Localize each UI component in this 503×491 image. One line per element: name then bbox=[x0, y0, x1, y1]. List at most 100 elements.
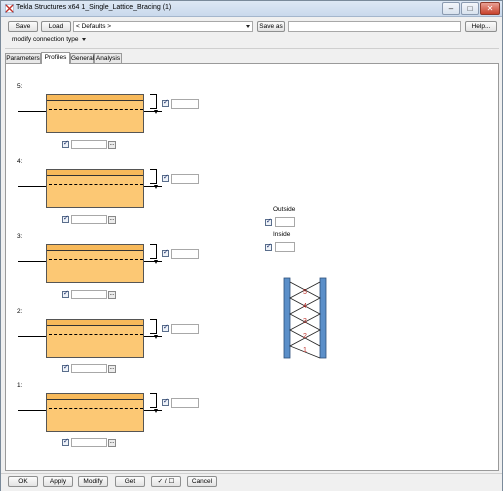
chevron-down-icon bbox=[246, 25, 250, 28]
profile-browse-button[interactable]: ... bbox=[108, 365, 116, 373]
toggle-all-button[interactable]: ✓ / ☐ bbox=[151, 476, 181, 487]
member-number-label: 1 bbox=[303, 347, 307, 354]
profile-flange bbox=[47, 394, 143, 400]
ok-button[interactable]: OK bbox=[8, 476, 38, 487]
offset-input[interactable] bbox=[171, 249, 199, 259]
profiles-panel: 5: ... 4: bbox=[5, 63, 499, 471]
arrow-down-icon bbox=[154, 260, 158, 264]
offset-dimension-bracket bbox=[150, 393, 157, 408]
tekla-logo-icon bbox=[5, 4, 14, 13]
offset-checkbox[interactable] bbox=[162, 248, 169, 257]
profile-checkbox[interactable] bbox=[62, 289, 69, 298]
inside-label: Inside bbox=[273, 231, 291, 238]
profile-center-line bbox=[49, 334, 143, 335]
apply-button[interactable]: Apply bbox=[43, 476, 73, 487]
profile-center-line bbox=[49, 259, 143, 260]
profile-flange bbox=[47, 245, 143, 251]
help-button[interactable]: Help... bbox=[465, 21, 497, 32]
save-as-name-input[interactable] bbox=[288, 21, 461, 32]
profile-number-label: 2: bbox=[17, 308, 23, 315]
profile-checkbox[interactable] bbox=[62, 139, 69, 148]
inside-input[interactable] bbox=[275, 242, 295, 252]
offset-checkbox[interactable] bbox=[162, 397, 169, 406]
inside-checkbox[interactable] bbox=[265, 242, 272, 251]
profile-section-drawing bbox=[46, 244, 144, 283]
profile-checkbox[interactable] bbox=[62, 437, 69, 446]
profile-number-label: 3: bbox=[17, 233, 23, 240]
offset-checkbox[interactable] bbox=[162, 173, 169, 182]
bottom-button-bar bbox=[1, 473, 502, 491]
offset-input[interactable] bbox=[171, 174, 199, 184]
profile-flange bbox=[47, 170, 143, 176]
minimize-button[interactable]: – bbox=[442, 2, 460, 15]
title-bar: Tekla Structures x64 1_Single_Lattice_Br… bbox=[1, 1, 502, 17]
offset-dimension-bracket bbox=[150, 244, 157, 259]
connection-mode-select[interactable]: modify connection type bbox=[10, 34, 90, 45]
window-title: Tekla Structures x64 1_Single_Lattice_Br… bbox=[16, 4, 172, 11]
arrow-down-icon bbox=[154, 335, 158, 339]
outside-input[interactable] bbox=[275, 217, 295, 227]
left-chord bbox=[283, 277, 291, 359]
profile-browse-button[interactable]: ... bbox=[108, 141, 116, 149]
profile-section-drawing bbox=[46, 94, 144, 133]
offset-input[interactable] bbox=[171, 398, 199, 408]
arrow-down-icon bbox=[154, 185, 158, 189]
member-number-label: 5 bbox=[303, 289, 307, 296]
right-chord bbox=[319, 277, 327, 359]
profile-section-drawing bbox=[46, 169, 144, 208]
profile-section-drawing bbox=[46, 393, 144, 432]
arrow-down-icon bbox=[154, 110, 158, 114]
chevron-down-icon bbox=[82, 38, 86, 41]
save-button[interactable]: Save bbox=[8, 21, 38, 32]
profile-section-drawing bbox=[46, 319, 144, 358]
member-number-label: 4 bbox=[303, 303, 307, 310]
outside-checkbox[interactable] bbox=[265, 217, 272, 226]
maximize-icon: □ bbox=[467, 4, 473, 13]
dialog-window: Tekla Structures x64 1_Single_Lattice_Br… bbox=[0, 0, 503, 491]
profile-flange bbox=[47, 320, 143, 326]
profile-browse-button[interactable]: ... bbox=[108, 439, 116, 447]
profile-browse-button[interactable]: ... bbox=[108, 291, 116, 299]
offset-checkbox[interactable] bbox=[162, 98, 169, 107]
member-number-label: 2 bbox=[303, 333, 307, 340]
preset-select[interactable]: < Defaults > bbox=[73, 21, 253, 32]
get-button[interactable]: Get bbox=[115, 476, 145, 487]
minimize-icon: – bbox=[448, 4, 454, 13]
member-number-label: 3 bbox=[303, 318, 307, 325]
maximize-button[interactable]: □ bbox=[461, 2, 479, 15]
close-icon: ✕ bbox=[486, 4, 494, 13]
profile-flange bbox=[47, 95, 143, 101]
outside-label: Outside bbox=[273, 206, 296, 213]
profile-center-line bbox=[49, 109, 143, 110]
load-button[interactable]: Load bbox=[41, 21, 71, 32]
profile-input[interactable] bbox=[71, 438, 107, 447]
arrow-down-icon bbox=[154, 409, 158, 413]
profile-input[interactable] bbox=[71, 364, 107, 373]
offset-dimension-bracket bbox=[150, 169, 157, 184]
toolbar-divider bbox=[5, 48, 499, 49]
profile-number-label: 1: bbox=[17, 382, 23, 389]
profile-center-line bbox=[49, 184, 143, 185]
profile-number-label: 5: bbox=[17, 83, 23, 90]
save-as-button[interactable]: Save as bbox=[257, 21, 285, 32]
profile-input[interactable] bbox=[71, 215, 107, 224]
lattice-diagram: 5 4 3 2 1 bbox=[283, 277, 327, 359]
connection-mode-value: modify connection type bbox=[12, 36, 79, 43]
preset-value: < Defaults > bbox=[76, 23, 112, 30]
offset-checkbox[interactable] bbox=[162, 323, 169, 332]
profile-checkbox[interactable] bbox=[62, 214, 69, 223]
offset-dimension-bracket bbox=[150, 94, 157, 109]
modify-button[interactable]: Modify bbox=[78, 476, 108, 487]
tab-profiles[interactable]: Profiles bbox=[41, 52, 70, 64]
profile-input[interactable] bbox=[71, 290, 107, 299]
profile-browse-button[interactable]: ... bbox=[108, 216, 116, 224]
profile-center-line bbox=[49, 408, 143, 409]
profile-checkbox[interactable] bbox=[62, 363, 69, 372]
offset-input[interactable] bbox=[171, 324, 199, 334]
cancel-button[interactable]: Cancel bbox=[187, 476, 217, 487]
close-button[interactable]: ✕ bbox=[480, 2, 500, 15]
profile-input[interactable] bbox=[71, 140, 107, 149]
offset-input[interactable] bbox=[171, 99, 199, 109]
profile-number-label: 4: bbox=[17, 158, 23, 165]
offset-dimension-bracket bbox=[150, 319, 157, 334]
